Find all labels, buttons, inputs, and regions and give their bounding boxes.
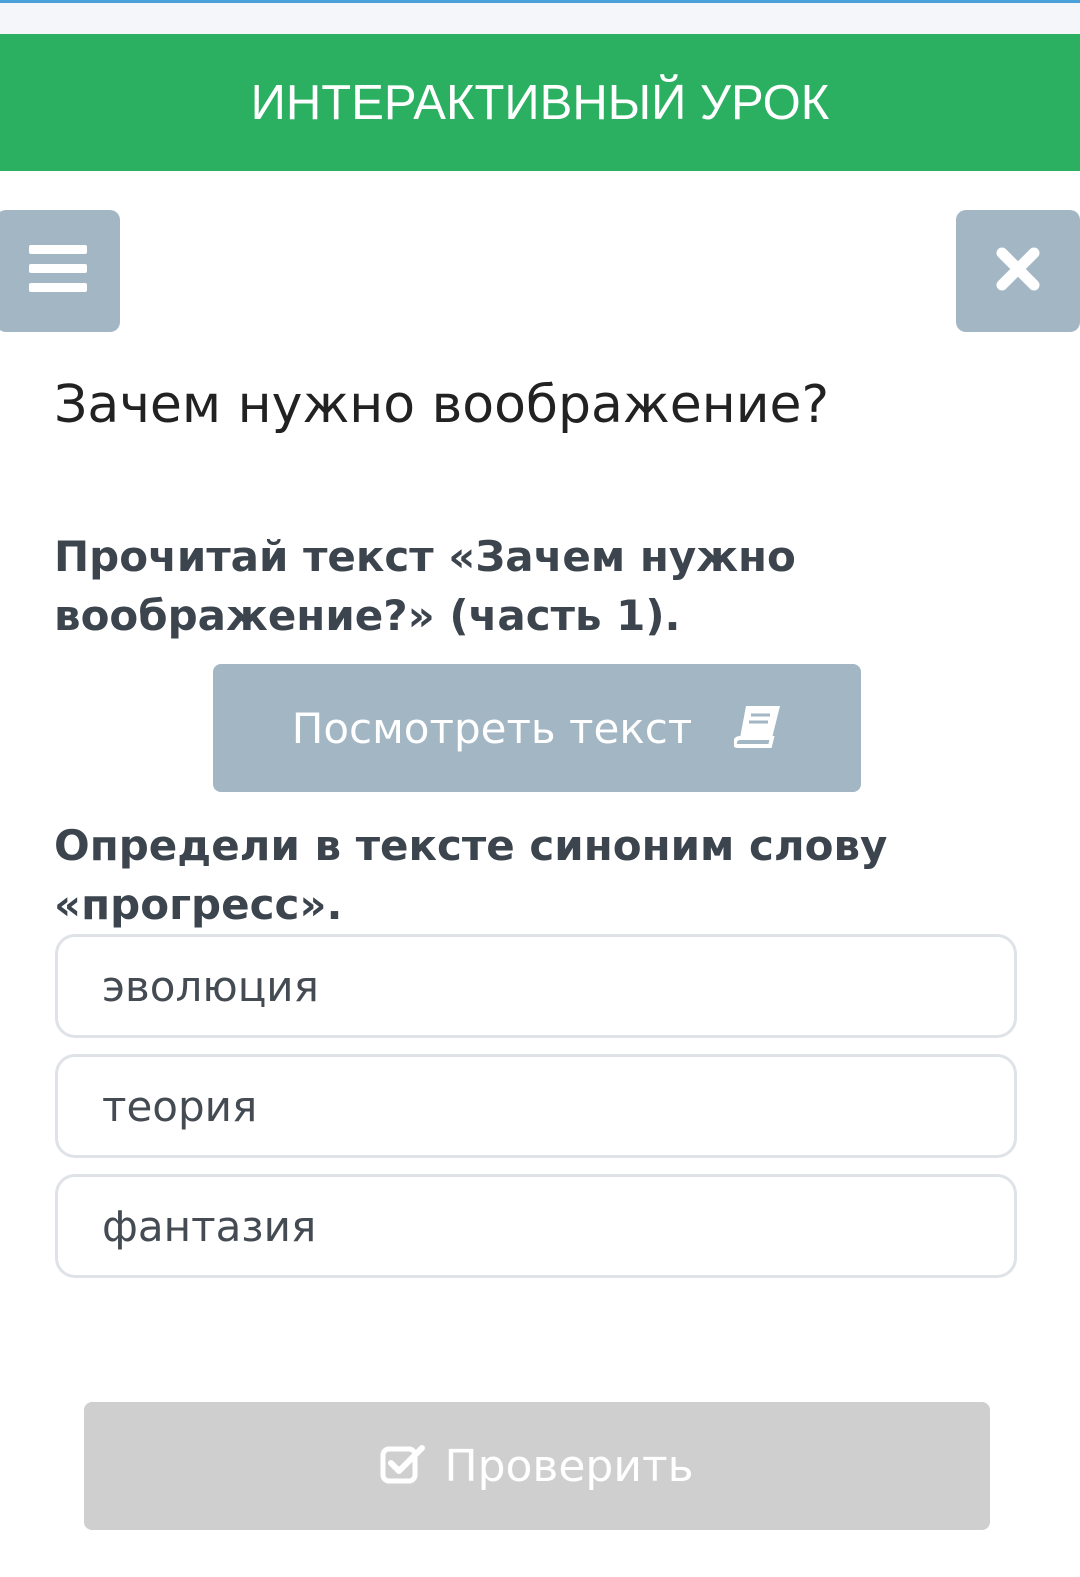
option-label: эволюция xyxy=(102,961,319,1011)
answer-option-3[interactable]: фантазия xyxy=(55,1174,1017,1278)
top-strip xyxy=(0,0,1080,34)
view-text-button[interactable]: Посмотреть текст xyxy=(213,664,861,792)
option-label: фантазия xyxy=(102,1201,317,1251)
checkbox-check-icon xyxy=(380,1443,426,1489)
check-button[interactable]: Проверить xyxy=(84,1402,990,1530)
check-button-label: Проверить xyxy=(444,1440,694,1492)
lesson-page: ИНТЕРАКТИВНЫЙ УРОК Зачем нужно воображен… xyxy=(0,0,1080,1577)
book-icon xyxy=(733,704,782,752)
hamburger-menu-icon xyxy=(29,245,87,297)
menu-button[interactable] xyxy=(0,210,120,332)
task-instruction: Определи в тексте синоним слову «прогрес… xyxy=(54,821,888,929)
close-button[interactable] xyxy=(956,210,1080,332)
read-instruction: Прочитай текст «Зачем нужно воображение?… xyxy=(54,532,796,640)
header-title: ИНТЕРАКТИВНЫЙ УРОК xyxy=(250,75,830,130)
question-title: Зачем нужно воображение? xyxy=(54,375,830,435)
view-text-label: Посмотреть текст xyxy=(291,703,693,753)
option-label: теория xyxy=(102,1081,258,1131)
answer-option-1[interactable]: эволюция xyxy=(55,934,1017,1038)
close-icon xyxy=(995,246,1041,296)
answer-option-2[interactable]: теория xyxy=(55,1054,1017,1158)
lesson-header: ИНТЕРАКТИВНЫЙ УРОК xyxy=(0,34,1080,171)
